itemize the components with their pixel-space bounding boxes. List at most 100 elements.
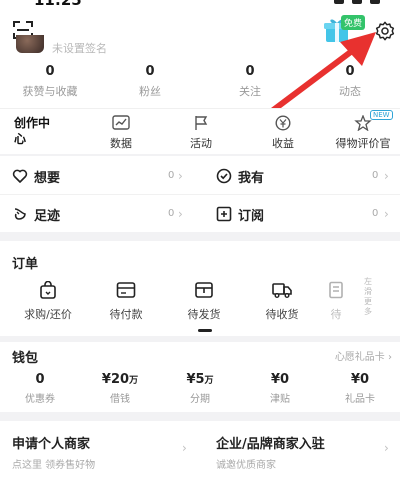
signal-icon	[334, 0, 344, 4]
divider	[0, 194, 400, 195]
wallet-value: ¥0	[270, 372, 290, 387]
wallet-label: 优惠券	[25, 394, 55, 405]
creator-item-data[interactable]: 数据	[86, 115, 156, 151]
stat-value: 0	[45, 64, 55, 79]
wallet-item-gift-card[interactable]: ¥0 礼品卡	[320, 372, 400, 405]
quick-item-subscribe[interactable]: 订阅	[216, 196, 264, 232]
status-time: 11:25	[34, 0, 82, 9]
stat-label: 动态	[339, 85, 361, 98]
merchant-title: 企业/品牌商家入驻	[216, 437, 325, 452]
creator-item-reviewer[interactable]: 得物评价官	[324, 115, 400, 151]
stat-likes[interactable]: 0 获赞与收藏	[0, 64, 100, 99]
chevron-right-icon: ›	[182, 441, 187, 455]
creator-item-label: 活动	[190, 137, 212, 150]
wallet-gift-card-link[interactable]: 心愿礼品卡 ›	[335, 348, 392, 363]
wifi-icon	[352, 0, 362, 4]
quick-label: 足迹	[34, 208, 61, 224]
scroll-indicator	[198, 329, 212, 332]
merchant-title: 申请个人商家	[12, 437, 91, 452]
quick-label: 订阅	[238, 208, 265, 224]
quick-count: 0	[372, 170, 379, 181]
merchant-sub: 诚邀优质商家	[216, 460, 276, 471]
quick-item-history[interactable]: 足迹	[12, 196, 60, 232]
wallet-item-loan[interactable]: ¥20万 借钱	[80, 372, 160, 405]
wallet-unit: 万	[204, 376, 214, 386]
creator-item-activity[interactable]: 活动	[166, 115, 236, 151]
check-circle-icon	[216, 168, 232, 184]
order-more-hint[interactable]: 左滑更多	[364, 277, 378, 317]
chevron-right-icon: ›	[178, 207, 183, 221]
order-label: 待	[330, 308, 342, 321]
stat-label: 粉丝	[139, 85, 161, 98]
wallet-item-allowance[interactable]: ¥0 津贴	[240, 372, 320, 405]
orders-section: 订单 求购/还价 待付款 待发货 待收货 待 左滑更多	[0, 241, 400, 336]
truck-icon	[272, 283, 292, 298]
stat-label: 关注	[239, 85, 261, 98]
stat-label: 获赞与收藏	[22, 85, 78, 98]
wallet-item-installment[interactable]: ¥5万 分期	[160, 372, 240, 405]
status-icons	[334, 0, 380, 4]
gear-icon[interactable]	[374, 20, 396, 42]
quick-label: 我有	[238, 170, 265, 186]
creator-title[interactable]: 创作中心	[14, 115, 50, 147]
wallet-title: 钱包	[12, 351, 39, 366]
chevron-right-icon: ›	[388, 352, 392, 363]
quick-count: 0	[372, 208, 379, 219]
new-badge: NEW	[370, 110, 393, 120]
order-item-partial[interactable]: 待	[306, 281, 366, 322]
profile-header: 11:25 未设置签名 免费 0 获赞与收藏 0 粉丝 0 关注 0 动态	[0, 0, 400, 108]
order-item-bids[interactable]: 求购/还价	[8, 281, 88, 322]
creator-center: 创作中心 数据 活动 收益 得物评价官	[0, 108, 400, 154]
chevron-right-icon: ›	[384, 441, 389, 455]
chart-icon	[112, 115, 130, 130]
avatar[interactable]	[16, 35, 44, 53]
wallet-label: 借钱	[110, 394, 130, 405]
quick-item-wants[interactable]: 想要	[12, 158, 60, 194]
stat-value: 0	[245, 64, 255, 79]
chevron-right-icon: ›	[384, 169, 389, 183]
order-label: 待付款	[109, 308, 143, 321]
creator-item-label: 数据	[110, 137, 132, 150]
bag-icon	[40, 281, 56, 299]
stat-value: 0	[345, 64, 355, 79]
box-icon	[195, 282, 213, 298]
wallet-link-label: 心愿礼品卡	[334, 352, 385, 363]
yen-icon	[275, 115, 291, 131]
wallet-value: ¥20	[101, 372, 130, 387]
flag-icon	[195, 116, 208, 130]
merchant-personal[interactable]: 申请个人商家 点这里 领券售好物	[12, 433, 95, 471]
wallet-section: 钱包 心愿礼品卡 › 0 优惠券 ¥20万 借钱 ¥5万 分期 ¥0 津贴 ¥0…	[0, 342, 400, 412]
gift-badge: 免费	[341, 15, 366, 30]
wallet-value: 0	[35, 372, 45, 387]
card-icon	[116, 282, 136, 298]
footprint-icon	[14, 208, 26, 220]
chevron-right-icon: ›	[178, 169, 183, 183]
stats-row: 0 获赞与收藏 0 粉丝 0 关注 0 动态	[0, 64, 400, 99]
wallet-label: 分期	[190, 394, 210, 405]
orders-title: 订单	[12, 257, 39, 272]
stat-value: 0	[145, 64, 155, 79]
order-item-to-ship[interactable]: 待发货	[164, 281, 244, 322]
wallet-value: ¥0	[350, 372, 370, 387]
merchant-section: 申请个人商家 点这里 领券售好物 › 企业/品牌商家入驻 诚邀优质商家 ›	[0, 421, 400, 482]
quick-count: 0	[168, 208, 175, 219]
stat-following[interactable]: 0 关注	[200, 64, 300, 99]
merchant-sub: 点这里 领券售好物	[12, 460, 96, 471]
quick-item-owned[interactable]: 我有	[216, 158, 264, 194]
wallet-value: ¥5	[186, 372, 205, 387]
quick-count: 0	[168, 170, 175, 181]
creator-item-label: 得物评价官	[335, 137, 391, 150]
stat-posts[interactable]: 0 动态	[300, 64, 400, 99]
order-label: 求购/还价	[24, 308, 72, 321]
quick-label: 想要	[34, 170, 61, 186]
creator-item-label: 收益	[272, 137, 294, 150]
stat-fans[interactable]: 0 粉丝	[100, 64, 200, 99]
nickname[interactable]: 未设置签名	[52, 40, 107, 56]
order-item-unpaid[interactable]: 待付款	[86, 281, 166, 322]
merchant-enterprise[interactable]: 企业/品牌商家入驻 诚邀优质商家	[216, 433, 325, 471]
wallet-item-coupons[interactable]: 0 优惠券	[0, 372, 80, 405]
wallet-unit: 万	[129, 376, 139, 386]
battery-icon	[370, 0, 380, 4]
creator-item-earnings[interactable]: 收益	[248, 115, 318, 151]
wallet-row: 0 优惠券 ¥20万 借钱 ¥5万 分期 ¥0 津贴 ¥0 礼品卡	[0, 372, 400, 405]
